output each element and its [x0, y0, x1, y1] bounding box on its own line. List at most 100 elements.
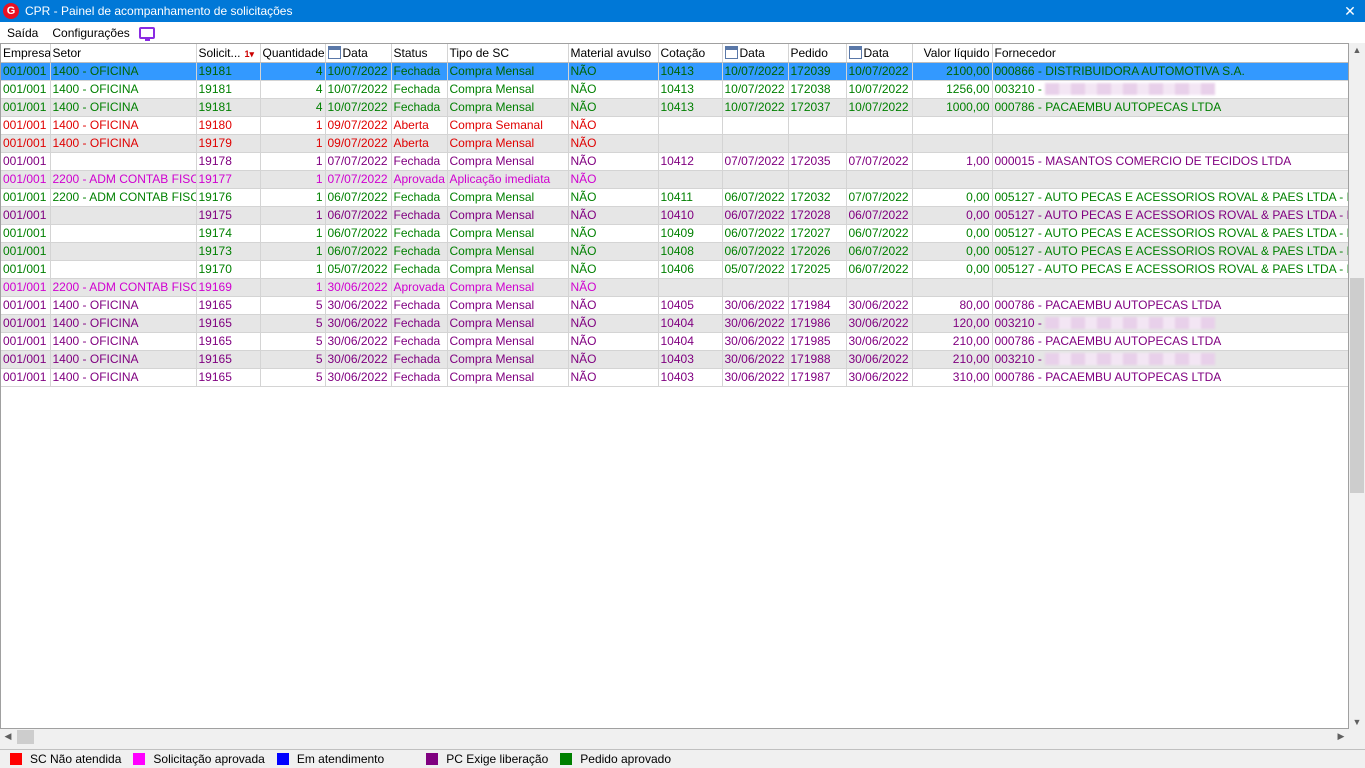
table-cell[interactable]: 19175 [196, 206, 261, 225]
table-cell[interactable]: 001/001 [1, 80, 51, 99]
table-cell[interactable]: Aberta [391, 134, 448, 153]
table-cell[interactable]: 19177 [196, 170, 261, 189]
table-cell[interactable]: 210,00 [912, 332, 993, 351]
table-cell[interactable] [846, 170, 913, 189]
table-cell[interactable]: 1 [260, 134, 326, 153]
table-cell[interactable]: 30/06/2022 [846, 296, 913, 315]
table-cell[interactable]: Fechada [391, 314, 448, 333]
table-cell[interactable]: 19176 [196, 188, 261, 207]
table-cell[interactable]: 19180 [196, 116, 261, 135]
table-cell[interactable]: 19169 [196, 278, 261, 297]
close-button[interactable]: ✕ [1335, 0, 1365, 22]
table-cell[interactable] [912, 278, 993, 297]
table-cell[interactable]: 0,00 [912, 242, 993, 261]
table-cell[interactable]: 19181 [196, 80, 261, 99]
table-cell[interactable]: 19165 [196, 296, 261, 315]
table-cell[interactable]: 210,00 [912, 350, 993, 369]
table-cell[interactable]: NÃO [568, 188, 659, 207]
table-cell[interactable]: 001/001 [1, 206, 51, 225]
table-cell[interactable]: 000866 - DISTRIBUIDORA AUTOMOTIVA S.A. [992, 62, 1348, 81]
table-cell[interactable]: 10411 [658, 188, 723, 207]
table-cell[interactable]: 06/07/2022 [325, 242, 392, 261]
table-cell[interactable]: 06/07/2022 [722, 188, 789, 207]
table-row[interactable]: 001/001 1400 - OFICINA 19165 5 30/06/2022 Fec… [1, 350, 1348, 369]
table-cell[interactable]: NÃO [568, 350, 659, 369]
table-cell[interactable]: 19173 [196, 242, 261, 261]
table-row[interactable]: 001/001 1400 - OFICINA 19179 1 09/07/2022 Abe… [1, 134, 1348, 153]
table-cell[interactable]: 1400 - OFICINA [50, 350, 197, 369]
table-cell[interactable]: Compra Mensal [447, 242, 569, 261]
table-cell[interactable]: 1400 - OFICINA [50, 98, 197, 117]
table-cell[interactable]: NÃO [568, 224, 659, 243]
table-cell[interactable]: Fechada [391, 188, 448, 207]
table-cell[interactable]: Compra Mensal [447, 152, 569, 171]
table-cell[interactable]: 001/001 [1, 152, 51, 171]
table-cell[interactable]: 10405 [658, 296, 723, 315]
table-cell[interactable]: 001/001 [1, 332, 51, 351]
table-cell[interactable]: 30/06/2022 [722, 314, 789, 333]
table-cell[interactable]: NÃO [568, 242, 659, 261]
table-cell[interactable]: 171985 [788, 332, 847, 351]
table-cell[interactable]: 2200 - ADM CONTAB FISCAL [50, 278, 197, 297]
table-row[interactable]: 001/001 1400 - OFICINA 19165 5 30/06/2022 Fec… [1, 314, 1348, 333]
table-cell[interactable]: Fechada [391, 260, 448, 279]
table-cell[interactable]: 19165 [196, 332, 261, 351]
table-cell[interactable]: 10/07/2022 [325, 62, 392, 81]
table-cell[interactable]: Fechada [391, 350, 448, 369]
table-cell[interactable]: 06/07/2022 [325, 224, 392, 243]
table-cell[interactable]: 10404 [658, 314, 723, 333]
column-header[interactable]: Pedido [788, 44, 847, 63]
table-cell[interactable]: 09/07/2022 [325, 116, 392, 135]
table-cell[interactable]: 19181 [196, 98, 261, 117]
table-cell[interactable] [50, 260, 197, 279]
table-cell[interactable]: Fechada [391, 206, 448, 225]
table-cell[interactable]: 1400 - OFICINA [50, 62, 197, 81]
table-cell[interactable]: 07/07/2022 [325, 152, 392, 171]
table-cell[interactable] [912, 134, 993, 153]
table-cell[interactable] [788, 116, 847, 135]
table-cell[interactable]: 5 [260, 368, 326, 387]
table-cell[interactable]: Fechada [391, 80, 448, 99]
table-cell[interactable] [846, 116, 913, 135]
table-cell[interactable]: Compra Mensal [447, 332, 569, 351]
column-header[interactable]: Data [846, 44, 913, 63]
table-cell[interactable]: Fechada [391, 296, 448, 315]
table-cell[interactable]: 1 [260, 224, 326, 243]
table-cell[interactable]: NÃO [568, 170, 659, 189]
table-cell[interactable]: 19165 [196, 314, 261, 333]
table-cell[interactable]: Compra Mensal [447, 206, 569, 225]
table-row[interactable]: 001/001 1400 - OFICINA 19180 1 09/07/2022 Abe… [1, 116, 1348, 135]
table-cell[interactable]: 10408 [658, 242, 723, 261]
table-cell[interactable]: 001/001 [1, 224, 51, 243]
table-cell[interactable]: 1 [260, 188, 326, 207]
table-cell[interactable]: 5 [260, 296, 326, 315]
table-cell[interactable]: 001/001 [1, 62, 51, 81]
vertical-scroll-thumb[interactable] [1350, 278, 1364, 493]
table-cell[interactable]: NÃO [568, 278, 659, 297]
table-cell[interactable]: 5 [260, 350, 326, 369]
table-cell[interactable]: 30/06/2022 [846, 314, 913, 333]
table-cell[interactable]: 000786 - PACAEMBU AUTOPECAS LTDA [992, 368, 1348, 387]
table-cell[interactable]: 30/06/2022 [722, 368, 789, 387]
table-cell[interactable] [992, 134, 1348, 153]
table-cell[interactable]: 1 [260, 260, 326, 279]
table-cell[interactable] [50, 206, 197, 225]
table-cell[interactable]: 10/07/2022 [722, 62, 789, 81]
table-cell[interactable]: 003210 - [992, 350, 1348, 369]
table-cell[interactable]: 1 [260, 206, 326, 225]
column-header[interactable]: Fornecedor [992, 44, 1348, 63]
table-cell[interactable] [722, 134, 789, 153]
table-cell[interactable]: 1400 - OFICINA [50, 296, 197, 315]
table-cell[interactable]: 10/07/2022 [846, 62, 913, 81]
table-row[interactable]: 001/001 1400 - OFICINA 19181 4 10/07/2022 Fec… [1, 98, 1348, 117]
table-cell[interactable]: 001/001 [1, 98, 51, 117]
table-cell[interactable]: 1400 - OFICINA [50, 80, 197, 99]
table-cell[interactable] [50, 152, 197, 171]
table-cell[interactable]: 001/001 [1, 368, 51, 387]
table-cell[interactable]: NÃO [568, 98, 659, 117]
scroll-up-icon[interactable]: ▲ [1349, 45, 1365, 55]
table-cell[interactable]: 10413 [658, 62, 723, 81]
column-header[interactable]: Setor [50, 44, 197, 63]
table-cell[interactable]: Aprovada [391, 278, 448, 297]
horizontal-scrollbar[interactable]: ◀ ▶ [0, 729, 1349, 745]
